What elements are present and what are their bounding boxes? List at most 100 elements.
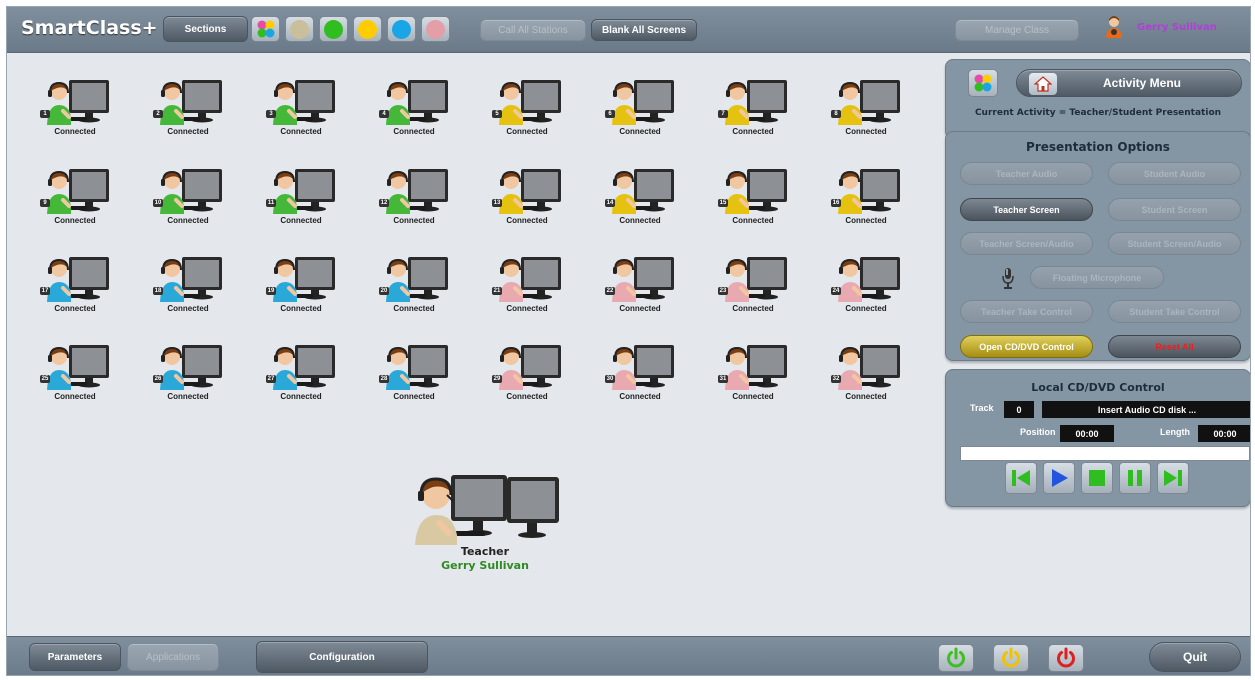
station-number: 23 [718, 287, 728, 295]
student-station[interactable]: 20 Connected [374, 250, 454, 322]
multi-section-icon [257, 20, 274, 38]
presentation-options-panel: Presentation Options Teacher Audio Stude… [945, 131, 1250, 361]
student-station[interactable]: 12 Connected [374, 162, 454, 234]
track-progress-bar[interactable] [960, 446, 1250, 461]
station-status: Connected [167, 216, 209, 225]
activity-sections-button[interactable] [968, 69, 998, 97]
station-status: Connected [619, 127, 661, 136]
student-station[interactable]: 21 Connected [487, 250, 567, 322]
student-screen-audio-button[interactable]: Student Screen/Audio [1108, 232, 1241, 255]
floating-microphone-button[interactable]: Floating Microphone [1030, 266, 1164, 289]
reset-all-button[interactable]: Reset All [1108, 335, 1241, 358]
cd-dvd-control-panel: Local CD/DVD Control Track 0 Insert Audi… [945, 369, 1250, 507]
power-off-button[interactable] [1048, 644, 1084, 672]
next-track-button[interactable] [1157, 462, 1189, 494]
skip-forward-icon [1164, 470, 1182, 486]
station-number: 29 [492, 375, 502, 383]
teacher-audio-button[interactable]: Teacher Audio [960, 162, 1093, 185]
student-station[interactable]: 3 Connected [261, 73, 341, 145]
student-workstation-icon [499, 169, 561, 214]
student-station[interactable]: 16 Connected [826, 162, 906, 234]
station-status: Connected [54, 304, 96, 313]
student-take-control-button[interactable]: Student Take Control [1108, 300, 1241, 323]
student-workstation-icon [838, 80, 900, 125]
student-station[interactable]: 8 Connected [826, 73, 906, 145]
section-tan-swatch[interactable] [285, 16, 314, 42]
activity-menu-button[interactable]: Activity Menu [1016, 69, 1242, 97]
student-station[interactable]: 26 Connected [148, 338, 228, 410]
station-number: 11 [266, 199, 276, 207]
teacher-station[interactable]: Teacher Gerry Sullivan [409, 465, 561, 585]
blank-all-screens-button[interactable]: Blank All Screens [591, 19, 697, 41]
station-number: 1 [40, 110, 50, 118]
call-all-stations-button[interactable]: Call All Stations [480, 19, 586, 41]
previous-track-button[interactable] [1005, 462, 1037, 494]
station-status: Connected [845, 392, 887, 401]
student-workstation-icon [838, 345, 900, 390]
section-yellow-swatch[interactable] [353, 16, 382, 42]
student-station[interactable]: 19 Connected [261, 250, 341, 322]
student-screen-button[interactable]: Student Screen [1108, 198, 1241, 221]
student-station[interactable]: 22 Connected [600, 250, 680, 322]
section-all-swatch[interactable] [251, 16, 280, 42]
station-status: Connected [167, 392, 209, 401]
station-status: Connected [54, 392, 96, 401]
home-icon [1034, 76, 1052, 92]
pause-button[interactable] [1119, 462, 1151, 494]
student-station[interactable]: 29 Connected [487, 338, 567, 410]
parameters-button[interactable]: Parameters [29, 643, 121, 671]
student-station[interactable]: 13 Connected [487, 162, 567, 234]
student-station[interactable]: 10 Connected [148, 162, 228, 234]
teacher-screen-audio-button[interactable]: Teacher Screen/Audio [960, 232, 1093, 255]
student-station[interactable]: 2 Connected [148, 73, 228, 145]
student-workstation-icon [160, 80, 222, 125]
student-station[interactable]: 9 Connected [35, 162, 115, 234]
student-station[interactable]: 11 Connected [261, 162, 341, 234]
student-audio-button[interactable]: Student Audio [1108, 162, 1241, 185]
student-station[interactable]: 1 Connected [35, 73, 115, 145]
section-pink-swatch[interactable] [421, 16, 450, 42]
student-station[interactable]: 4 Connected [374, 73, 454, 145]
student-station[interactable]: 28 Connected [374, 338, 454, 410]
student-station[interactable]: 30 Connected [600, 338, 680, 410]
station-number: 25 [40, 375, 50, 383]
teacher-take-control-button[interactable]: Teacher Take Control [960, 300, 1093, 323]
stop-button[interactable] [1081, 462, 1113, 494]
station-number: 6 [605, 110, 615, 118]
open-cd-dvd-control-button[interactable]: Open CD/DVD Control [960, 335, 1093, 358]
student-workstation-icon [273, 345, 335, 390]
student-station[interactable]: 7 Connected [713, 73, 793, 145]
top-toolbar: SmartClass+ Sections Call All Stations B… [7, 7, 1250, 53]
skip-back-icon [1012, 470, 1030, 486]
applications-button[interactable]: Applications [127, 643, 219, 671]
student-station[interactable]: 23 Connected [713, 250, 793, 322]
student-workstation-icon [499, 80, 561, 125]
restart-button[interactable] [993, 644, 1029, 672]
quit-button[interactable]: Quit [1149, 642, 1241, 672]
student-station[interactable]: 18 Connected [148, 250, 228, 322]
configuration-button[interactable]: Configuration [256, 641, 428, 673]
teacher-screen-button[interactable]: Teacher Screen [960, 198, 1093, 221]
manage-class-button[interactable]: Manage Class [955, 19, 1079, 41]
student-workstation-icon [47, 345, 109, 390]
section-green-swatch[interactable] [319, 16, 348, 42]
play-button[interactable] [1043, 462, 1075, 494]
sections-button[interactable]: Sections [163, 16, 248, 42]
station-status: Connected [619, 304, 661, 313]
student-station[interactable]: 5 Connected [487, 73, 567, 145]
power-on-button[interactable] [938, 644, 974, 672]
app-title: SmartClass+ [21, 17, 158, 39]
student-station[interactable]: 25 Connected [35, 338, 115, 410]
student-station[interactable]: 31 Connected [713, 338, 793, 410]
student-station[interactable]: 14 Connected [600, 162, 680, 234]
student-station[interactable]: 15 Connected [713, 162, 793, 234]
student-station[interactable]: 27 Connected [261, 338, 341, 410]
student-station[interactable]: 6 Connected [600, 73, 680, 145]
section-blue-swatch[interactable] [387, 16, 416, 42]
student-station[interactable]: 17 Connected [35, 250, 115, 322]
user-avatar-icon [1106, 16, 1122, 38]
student-station[interactable]: 32 Connected [826, 338, 906, 410]
student-station[interactable]: 24 Connected [826, 250, 906, 322]
student-workstation-icon [47, 257, 109, 302]
station-number: 28 [379, 375, 389, 383]
